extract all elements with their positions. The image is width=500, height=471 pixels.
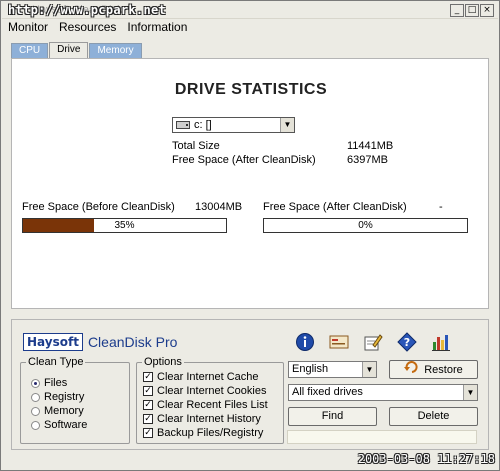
svg-text:?: ? [404,336,410,349]
option-clear-history[interactable]: ✓ Clear Internet History [143,413,261,425]
radio-files[interactable]: Files [31,377,67,389]
drive-scope-select[interactable]: All fixed drives ▼ [288,384,478,401]
radio-registry-label: Registry [44,391,85,403]
window-controls: _ □ × [450,4,494,17]
chevron-down-icon[interactable]: ▼ [362,362,376,377]
page-title: DRIVE STATISTICS [174,81,328,98]
timestamp-overlay: 2003-03-08 11:27:18 [357,452,495,466]
menu-resources[interactable]: Resources [52,19,120,35]
free-after-bar-value: - [439,201,443,213]
option-clear-cache[interactable]: ✓ Clear Internet Cache [143,371,259,383]
tab-strip: CPU Drive Memory [11,42,143,59]
checkbox-clear-recent[interactable]: ✓ [143,400,153,410]
radio-memory[interactable]: Memory [31,405,84,417]
radio-registry[interactable]: Registry [31,391,84,403]
radio-software-label: Software [44,419,88,431]
total-size-label: Total Size [172,140,220,152]
clean-type-title: Clean Type [26,356,86,368]
free-before-percent: 35% [114,220,135,231]
restore-button[interactable]: Restore [389,360,478,379]
free-after-progress: 0% [263,218,468,233]
menu-information[interactable]: Information [120,19,191,35]
clean-type-group: Clean Type Files Registry Memory Softwar… [20,356,130,444]
toolbar-icons: ? [294,332,452,352]
free-before-progress: 35% [22,218,227,233]
info-icon[interactable] [294,332,316,352]
drive-panel: DRIVE STATISTICS c: [] ▼ Total Size 1144… [11,58,489,309]
delete-button[interactable]: Delete [389,407,478,426]
radio-software[interactable]: Software [31,419,87,431]
chevron-down-icon[interactable]: ▼ [463,385,477,400]
product-logo: Haysoft CleanDisk Pro [23,333,177,351]
checkbox-clear-history[interactable]: ✓ [143,414,153,424]
app-window: Haysoft CleanDisk http://www.pcpark.net … [0,0,500,471]
radio-files-button[interactable] [31,378,40,388]
edit-icon[interactable] [362,332,384,352]
free-after-bar-label: Free Space (After CleanDisk) [263,201,407,213]
option-backup[interactable]: ✓ Backup Files/Registry [143,427,263,439]
checkbox-clear-cache[interactable]: ✓ [143,372,153,382]
option-clear-recent-label: Clear Recent Files List [157,399,268,411]
radio-software-button[interactable] [31,420,40,430]
menu-bar: Monitor Resources Information [1,19,499,35]
radio-files-label: Files [44,377,68,389]
drive-select-value: c: [] [194,119,212,131]
hard-drive-icon [176,121,190,129]
radio-memory-button[interactable] [31,406,40,416]
title-bar: Haysoft CleanDisk http://www.pcpark.net … [2,2,498,19]
restore-icon [404,361,420,379]
total-size-row: Total Size 11441MB [172,140,394,152]
checkbox-backup[interactable]: ✓ [143,428,153,438]
option-clear-cookies[interactable]: ✓ Clear Internet Cookies [143,385,266,397]
free-after-percent: 0% [358,220,373,231]
total-size-value: 11441MB [347,140,394,152]
chevron-down-icon[interactable]: ▼ [280,118,294,132]
statistics-icon[interactable] [430,332,452,352]
message-icon[interactable] [328,332,350,352]
minimize-button[interactable]: _ [450,4,464,17]
control-panel: Haysoft CleanDisk Pro ? Clean Type Files… [11,319,489,450]
free-after-row: Free Space (After CleanDisk) 6397MB [172,154,392,166]
logo-haysoft: Haysoft [23,333,83,351]
drive-select[interactable]: c: [] ▼ [172,117,295,133]
option-backup-label: Backup Files/Registry [157,427,264,439]
radio-memory-label: Memory [44,405,84,417]
close-button[interactable]: × [480,4,494,17]
drive-scope-value: All fixed drives [292,386,363,398]
status-field [287,430,477,444]
maximize-button[interactable]: □ [465,4,479,17]
watermark-url: http://www.pcpark.net [8,3,167,17]
language-select[interactable]: English ▼ [288,361,377,378]
menu-monitor[interactable]: Monitor [1,19,52,35]
option-clear-recent[interactable]: ✓ Clear Recent Files List [143,399,268,411]
option-clear-cache-label: Clear Internet Cache [157,371,259,383]
free-before-label: Free Space (Before CleanDisk) [22,201,175,213]
free-after-value: 6397MB [347,154,388,166]
product-name: CleanDisk Pro [87,334,178,350]
tab-drive[interactable]: Drive [49,42,89,58]
help-icon[interactable]: ? [396,332,418,352]
tab-memory[interactable]: Memory [89,43,142,58]
option-clear-history-label: Clear Internet History [157,413,261,425]
find-button[interactable]: Find [288,407,377,426]
free-before-value: 13004MB [195,201,243,213]
restore-label: Restore [424,363,463,376]
radio-registry-button[interactable] [31,392,40,402]
checkbox-clear-cookies[interactable]: ✓ [143,386,153,396]
options-title: Options [142,356,184,368]
option-clear-cookies-label: Clear Internet Cookies [157,385,267,397]
language-select-value: English [292,363,329,375]
tab-cpu[interactable]: CPU [11,43,49,58]
options-group: Options ✓ Clear Internet Cache ✓ Clear I… [136,356,284,444]
free-after-label: Free Space (After CleanDisk) [172,154,316,166]
